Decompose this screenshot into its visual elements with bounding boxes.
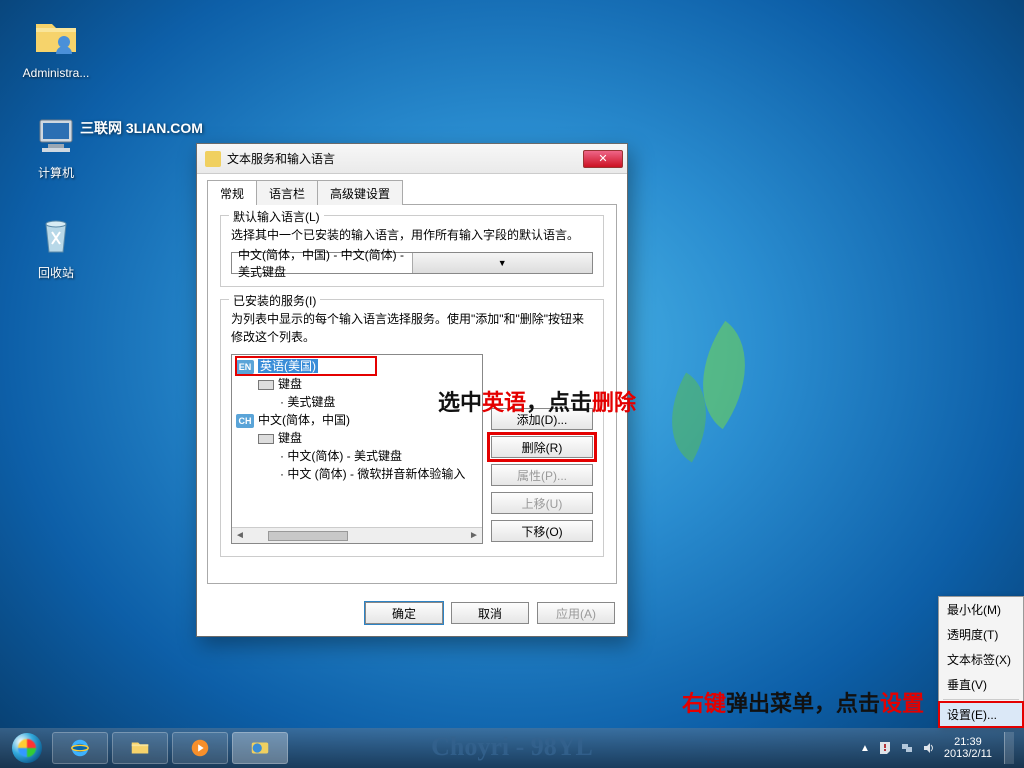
- taskbar-text-services[interactable]: [232, 732, 288, 764]
- group-installed-services: 已安装的服务(I) 为列表中显示的每个输入语言选择服务。使用"添加"和"删除"按…: [220, 299, 604, 557]
- tree-node-ch-pinyin[interactable]: · 中文 (简体) - 微软拼音新体验输入: [236, 465, 478, 483]
- network-icon[interactable]: [900, 741, 914, 755]
- dialog-title: 文本服务和输入语言: [227, 150, 583, 167]
- tab-language-bar[interactable]: 语言栏: [256, 180, 318, 205]
- menu-item-settings[interactable]: 设置(E)...: [939, 702, 1023, 727]
- lang-badge-ch: CH: [236, 414, 254, 428]
- keyboard-icon: [258, 380, 274, 390]
- recycle-bin-icon: [32, 212, 80, 260]
- move-up-button: 上移(U): [491, 492, 593, 514]
- service-buttons: 添加(D)... 删除(R) 属性(P)... 上移(U) 下移(O): [491, 354, 593, 544]
- tree-node-ch-keyboard[interactable]: 键盘: [236, 429, 478, 447]
- show-desktop-button[interactable]: [1004, 732, 1014, 764]
- apply-button: 应用(A): [537, 602, 615, 624]
- annotation-right-click-settings: 右键弹出菜单，点击设置: [682, 686, 924, 718]
- desktop-icon-label: Administra...: [23, 66, 90, 80]
- group-legend: 默认输入语言(L): [229, 208, 324, 225]
- tree-label: 英语(美国): [258, 359, 318, 373]
- group-desc: 为列表中显示的每个输入语言选择服务。使用"添加"和"删除"按钮来修改这个列表。: [231, 310, 593, 346]
- taskbar-explorer[interactable]: [112, 732, 168, 764]
- windows-orb-icon: [12, 733, 42, 763]
- dialog-footer: 确定 取消 应用(A): [197, 594, 627, 636]
- group-desc: 选择其中一个已安装的输入语言，用作所有输入字段的默认语言。: [231, 226, 593, 244]
- tray-clock[interactable]: 21:39 2013/2/11: [944, 736, 992, 760]
- folder-user-icon: [32, 12, 80, 60]
- menu-separator: [943, 699, 1019, 700]
- start-button[interactable]: [6, 732, 48, 764]
- annotation-select-english: 选中英语，点击删除: [438, 385, 636, 417]
- keyboard-icon: [258, 434, 274, 444]
- scroll-thumb[interactable]: [268, 531, 348, 541]
- watermark-center: Choyri - 98YL: [431, 732, 593, 762]
- move-down-button[interactable]: 下移(O): [491, 520, 593, 542]
- menu-item-minimize[interactable]: 最小化(M): [939, 597, 1023, 622]
- remove-button[interactable]: 删除(R): [491, 436, 593, 458]
- desktop-icon-label: 回收站: [38, 266, 74, 280]
- scroll-left-icon[interactable]: ◄: [232, 530, 248, 541]
- installed-services-tree[interactable]: EN英语(美国) 键盘 · 美式键盘 CH中文(简体，中国) 键盘 · 中文(简…: [231, 354, 483, 544]
- close-button[interactable]: ✕: [583, 150, 623, 168]
- desktop-icon-recycle-bin[interactable]: 回收站: [16, 212, 96, 282]
- scroll-right-icon[interactable]: ►: [466, 530, 482, 541]
- tray-up-icon[interactable]: ▲: [860, 743, 870, 754]
- group-default-language: 默认输入语言(L) 选择其中一个已安装的输入语言，用作所有输入字段的默认语言。 …: [220, 215, 604, 287]
- taskbar-ie[interactable]: [52, 732, 108, 764]
- close-icon: ✕: [598, 152, 607, 165]
- tray-time: 21:39: [944, 736, 992, 748]
- tab-general[interactable]: 常规: [207, 180, 257, 205]
- dialog-title-icon: [205, 151, 221, 167]
- watermark-top: 三联网 3LIAN.COM: [80, 118, 203, 138]
- desktop-icon-admin-folder[interactable]: Administra...: [16, 12, 96, 82]
- menu-item-text-labels[interactable]: 文本标签(X): [939, 647, 1023, 672]
- tray-date: 2013/2/11: [944, 748, 992, 760]
- system-tray: ▲ 21:39 2013/2/11: [860, 732, 1018, 764]
- group-legend: 已安装的服务(I): [229, 292, 320, 309]
- computer-icon: [32, 112, 80, 160]
- tab-advanced-key[interactable]: 高级键设置: [317, 180, 403, 205]
- cancel-button[interactable]: 取消: [451, 602, 529, 624]
- default-language-combo[interactable]: 中文(简体，中国) - 中文(简体) - 美式键盘 ▼: [231, 252, 593, 274]
- taskbar-media-player[interactable]: [172, 732, 228, 764]
- action-center-icon[interactable]: [878, 741, 892, 755]
- desktop-icon-label: 计算机: [38, 166, 74, 180]
- combo-value: 中文(简体，中国) - 中文(简体) - 美式键盘: [232, 246, 412, 280]
- dialog-tabstrip: 常规 语言栏 高级键设置: [197, 174, 627, 205]
- properties-button: 属性(P)...: [491, 464, 593, 486]
- wallpaper-leaf-decoration: [624, 310, 764, 480]
- ok-button[interactable]: 确定: [365, 602, 443, 624]
- menu-item-transparency[interactable]: 透明度(T): [939, 622, 1023, 647]
- tree-horizontal-scrollbar[interactable]: ◄ ►: [232, 527, 482, 543]
- volume-icon[interactable]: [922, 741, 936, 755]
- menu-item-vertical[interactable]: 垂直(V): [939, 672, 1023, 697]
- lang-badge-en: EN: [236, 360, 254, 374]
- chevron-down-icon: ▼: [412, 253, 593, 273]
- dialog-titlebar[interactable]: 文本服务和输入语言 ✕: [197, 144, 627, 174]
- language-bar-context-menu: 最小化(M) 透明度(T) 文本标签(X) 垂直(V) 设置(E)...: [938, 596, 1024, 728]
- tree-node-ch-us-keyboard[interactable]: · 中文(简体) - 美式键盘: [236, 447, 478, 465]
- tree-node-english[interactable]: EN 英语(美国): [236, 357, 376, 375]
